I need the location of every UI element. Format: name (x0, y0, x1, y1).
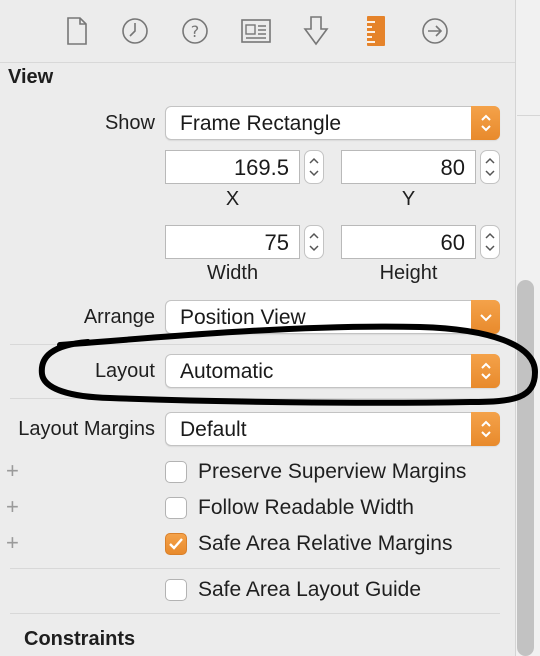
arrange-popup[interactable]: Position View (165, 300, 500, 334)
margins-divider (10, 568, 500, 569)
toolbar-divider (0, 62, 515, 63)
preserve-superview-margins-label: Preserve Superview Margins (198, 460, 467, 483)
add-variation-icon[interactable]: + (6, 494, 19, 520)
updown-arrows-icon (471, 412, 500, 446)
width-caption: Width (206, 262, 259, 284)
layout-label: Layout (94, 360, 155, 382)
add-variation-icon[interactable]: + (6, 458, 19, 484)
layout-divider (10, 398, 500, 399)
connections-inspector-icon[interactable] (419, 15, 451, 47)
updown-arrows-icon (471, 354, 500, 388)
show-popup[interactable]: Frame Rectangle (165, 106, 500, 140)
y-caption: Y (401, 188, 416, 210)
height-field[interactable]: 60 (341, 225, 476, 259)
layout-popup[interactable]: Automatic (165, 354, 500, 388)
safe-area-relative-margins-label: Safe Area Relative Margins (198, 532, 453, 555)
safe-area-relative-margins-checkbox[interactable] (165, 533, 187, 555)
x-field[interactable]: 169.5 (165, 150, 300, 184)
quick-help-icon[interactable]: ? (179, 15, 211, 47)
x-stepper[interactable] (304, 150, 324, 184)
y-stepper[interactable] (480, 150, 500, 184)
width-field[interactable]: 75 (165, 225, 300, 259)
safe-area-layout-guide-checkbox[interactable] (165, 579, 187, 601)
height-caption: Height (379, 262, 438, 284)
inspector-toolbar: ? (0, 0, 515, 62)
x-caption: X (225, 188, 240, 210)
width-stepper[interactable] (304, 225, 324, 259)
arrange-divider (10, 344, 500, 345)
view-section-title: View (8, 66, 54, 88)
updown-arrows-icon (471, 106, 500, 140)
scrollbar-divider (517, 115, 540, 116)
layout-popup-value: Automatic (180, 360, 274, 383)
scrollbar-thumb[interactable] (517, 280, 534, 656)
follow-readable-width-checkbox[interactable] (165, 497, 187, 519)
size-inspector-icon[interactable] (360, 15, 392, 47)
height-stepper[interactable] (480, 225, 500, 259)
layout-margins-popup-value: Default (180, 418, 247, 441)
chevron-down-icon (471, 300, 500, 334)
attributes-inspector-icon[interactable] (300, 15, 332, 47)
arrange-popup-value: Position View (180, 306, 306, 329)
add-variation-icon[interactable]: + (6, 530, 19, 556)
follow-readable-width-label: Follow Readable Width (198, 496, 414, 519)
history-inspector-icon[interactable] (119, 15, 151, 47)
identity-inspector-icon[interactable] (240, 15, 272, 47)
constraints-section-title: Constraints (24, 628, 136, 650)
show-popup-value: Frame Rectangle (180, 112, 342, 135)
show-label: Show (104, 112, 155, 134)
y-field[interactable]: 80 (341, 150, 476, 184)
preserve-superview-margins-checkbox[interactable] (165, 461, 187, 483)
checkmark-icon (169, 538, 183, 550)
constraints-divider (10, 613, 500, 614)
svg-text:?: ? (191, 22, 200, 41)
safe-area-layout-guide-label: Safe Area Layout Guide (198, 578, 421, 601)
layout-margins-popup[interactable]: Default (165, 412, 500, 446)
file-inspector-icon[interactable] (61, 15, 93, 47)
layout-margins-label: Layout Margins (18, 418, 155, 440)
arrange-label: Arrange (83, 306, 155, 328)
